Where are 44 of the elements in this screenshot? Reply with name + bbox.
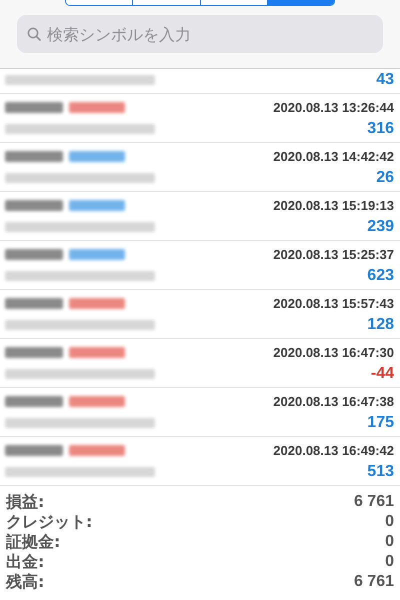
- blurred-symbol: [5, 444, 63, 456]
- summary-value: 6 761: [354, 493, 394, 511]
- summary-label: クレジット:: [6, 512, 92, 532]
- blurred-symbol: [5, 200, 63, 210]
- profit-value: 175: [367, 414, 394, 432]
- deal-time: 2020.08.13 15:25:37: [273, 246, 394, 262]
- profit-value: 26: [376, 169, 394, 187]
- deal-row[interactable]: 2020.08.13 16:47:38 175: [0, 388, 400, 437]
- summary-value: 0: [385, 533, 394, 551]
- summary-value: 6 761: [354, 573, 394, 591]
- deal-time: 2020.08.13 14:42:42: [273, 148, 394, 164]
- profit-value: -44: [370, 365, 394, 383]
- blurred-symbol: [5, 396, 63, 406]
- summary-label: 残高:: [6, 572, 44, 592]
- blurred-symbol: [5, 150, 63, 162]
- deal-time: 2020.08.13 15:19:13: [273, 198, 394, 212]
- deal-time: 2020.08.13 16:47:30: [273, 344, 394, 360]
- summary-value: 0: [385, 513, 394, 531]
- summary-label: 証拠金:: [6, 532, 60, 552]
- summary-label: 損益:: [6, 492, 44, 512]
- deal-time: 2020.08.13 16:49:42: [273, 442, 394, 458]
- summary-label: 出金:: [6, 552, 44, 572]
- deal-row[interactable]: 2020.08.13 13:26:44 316: [0, 94, 400, 143]
- summary-value: 0: [385, 553, 394, 571]
- deal-time: 2020.08.13 15:57:43: [273, 296, 394, 310]
- search-field[interactable]: 検索シンボルを入力: [17, 15, 383, 53]
- deal-row[interactable]: 2020.08.13 14:42:42 26: [0, 143, 400, 192]
- deal-row[interactable]: 2020.08.13 15:25:37 623: [0, 241, 400, 290]
- blurred-symbol: [5, 346, 63, 358]
- profit-value: 43: [376, 71, 394, 89]
- profit-value: 239: [367, 218, 394, 236]
- profit-value: 128: [367, 316, 394, 334]
- deal-row[interactable]: 2020.08.13 15:57:43 128: [0, 290, 400, 339]
- deal-time: 2020.08.13 16:47:38: [273, 394, 394, 408]
- deal-row[interactable]: 2020.08.13 15:19:13 239: [0, 192, 400, 241]
- profit-value: 623: [367, 267, 394, 285]
- profit-value: 316: [367, 120, 394, 138]
- deal-time: 2020.08.13 13:26:44: [273, 100, 394, 114]
- profit-value: 513: [367, 463, 394, 481]
- blurred-symbol: [5, 102, 63, 112]
- deal-row[interactable]: 2020.08.13 16:49:42 513: [0, 437, 400, 486]
- blurred-symbol: [5, 248, 63, 260]
- blurred-symbol: [5, 298, 63, 308]
- deal-row[interactable]: 2020.08.13 16:47:30 -44: [0, 339, 400, 388]
